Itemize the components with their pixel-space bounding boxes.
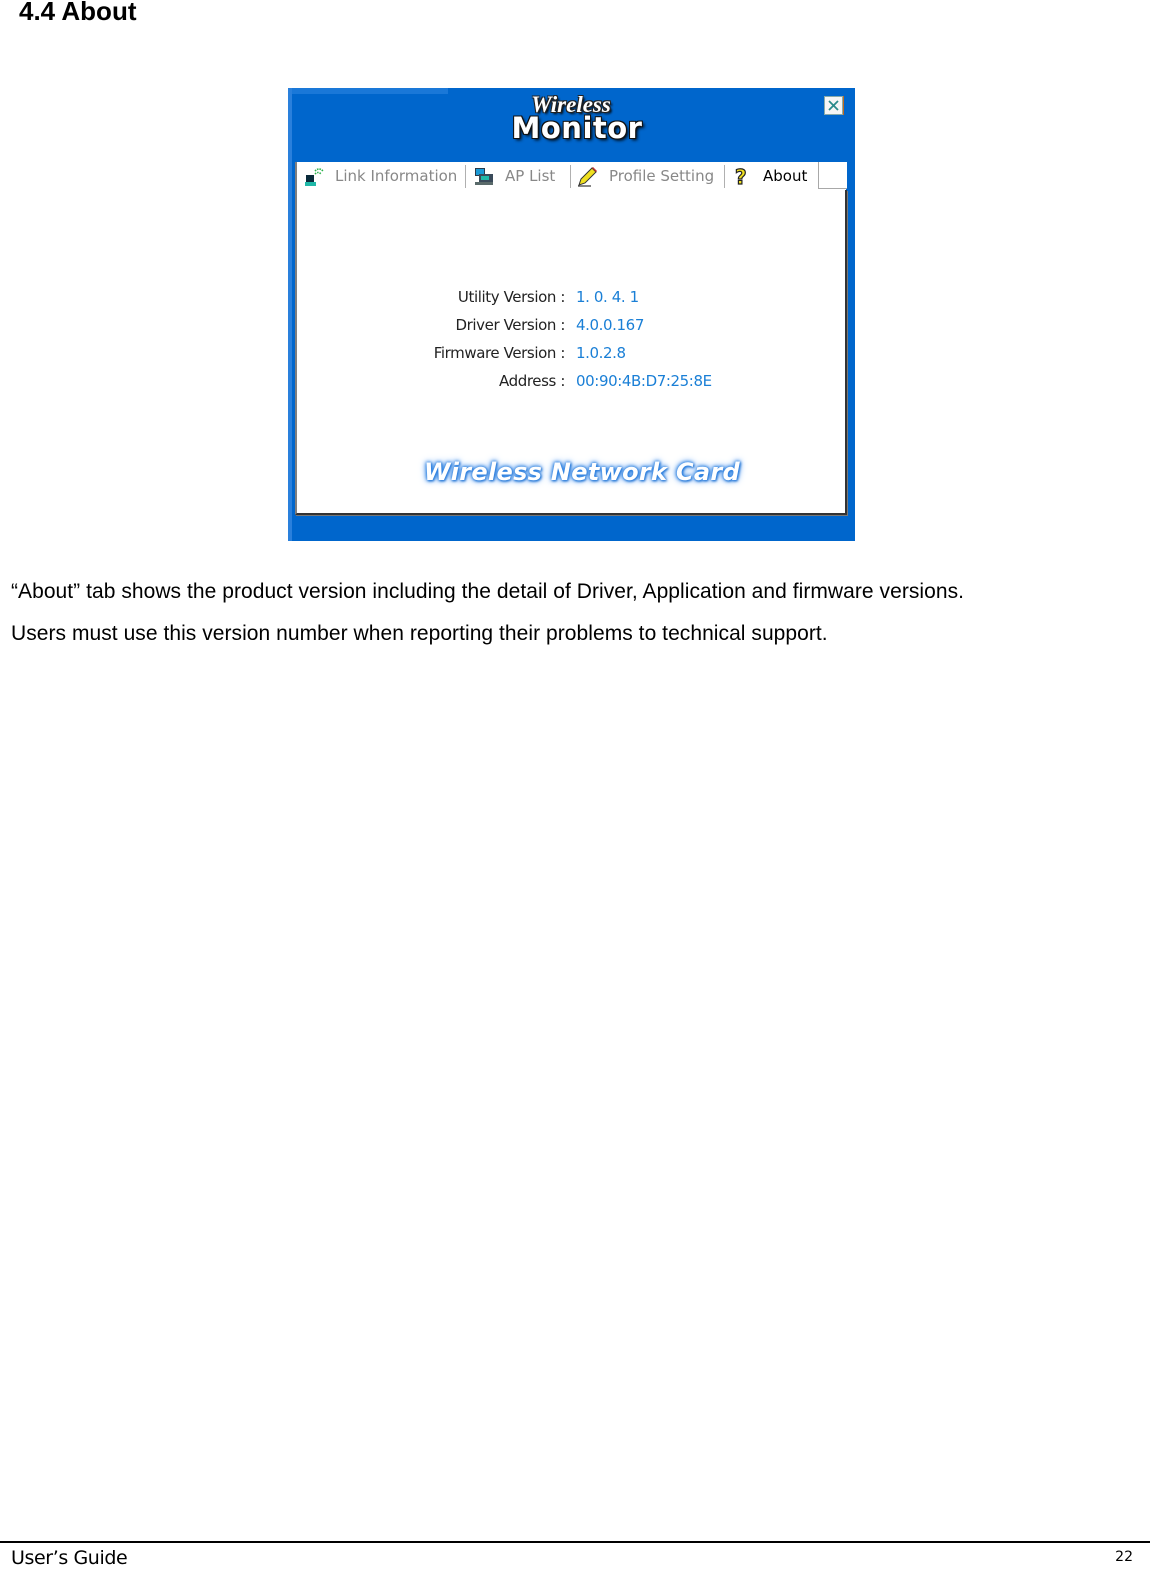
tab-profile-setting[interactable]: Profile Setting — [577, 162, 714, 190]
description-paragraph-1: “About” tab shows the product version in… — [11, 580, 965, 603]
tab-label: About — [763, 167, 808, 185]
wireless-monitor-logo: Wireless Monitor — [502, 93, 652, 154]
firmware-version-label-row: Firmware Version : — [357, 344, 566, 366]
tab-link-information[interactable]: Link Information — [303, 162, 457, 190]
utility-version-label-row: Utility Version : — [357, 288, 565, 310]
utility-version-label: Utility Version : — [457, 288, 565, 306]
footer-guide-title: User’s Guide — [11, 1547, 128, 1569]
question-mark-icon: ? — [734, 165, 747, 187]
logo-monitor-text: Monitor — [511, 111, 643, 145]
tab-about[interactable]: ? About — [731, 162, 807, 190]
address-label: Address : — [499, 372, 565, 390]
svg-text:?: ? — [735, 165, 747, 187]
description-paragraph-2: Users must use this version number when … — [11, 622, 828, 645]
close-icon — [828, 100, 839, 111]
close-button[interactable] — [824, 96, 843, 115]
tab-bar: Link Information AP List Profile Setting — [295, 162, 847, 190]
page-number: 22 — [1115, 1549, 1133, 1565]
pencil-icon — [578, 167, 597, 187]
tab-divider — [570, 165, 571, 188]
tab-label: AP List — [505, 167, 556, 185]
tab-divider — [465, 165, 466, 188]
firmware-version-value: 1.0.2.8 — [576, 344, 626, 362]
info-values: 1. 0. 4. 1 4.0.0.167 1.0.2.8 00:90:4B:D7… — [576, 288, 776, 408]
section-heading: 4.4 About — [19, 0, 137, 26]
tab-label: Link Information — [335, 167, 458, 185]
tab-divider — [724, 165, 725, 188]
mac-address-value: 00:90:4B:D7:25:8E — [576, 372, 712, 390]
wireless-network-card-logo: Wireless Network Card — [423, 458, 740, 486]
computer-icon — [475, 168, 493, 185]
tab-label: Profile Setting — [609, 167, 715, 185]
driver-version-label-row: Driver Version : — [357, 316, 565, 338]
link-signal-icon — [305, 168, 324, 186]
info-labels: Utility Version : Driver Version : Firmw… — [357, 288, 566, 408]
tab-bar-end — [818, 162, 847, 189]
firmware-version-label: Firmware Version : — [433, 344, 566, 362]
address-label-row: Address : — [357, 372, 565, 394]
about-panel: Utility Version : Driver Version : Firmw… — [295, 190, 847, 515]
wireless-monitor-window: Wireless Monitor Link Information AP Lis… — [288, 88, 855, 541]
utility-version-value: 1. 0. 4. 1 — [576, 288, 639, 306]
driver-version-value: 4.0.0.167 — [576, 316, 644, 334]
tab-ap-list[interactable]: AP List — [473, 162, 555, 190]
footer-divider — [0, 1541, 1150, 1543]
driver-version-label: Driver Version : — [455, 316, 565, 334]
